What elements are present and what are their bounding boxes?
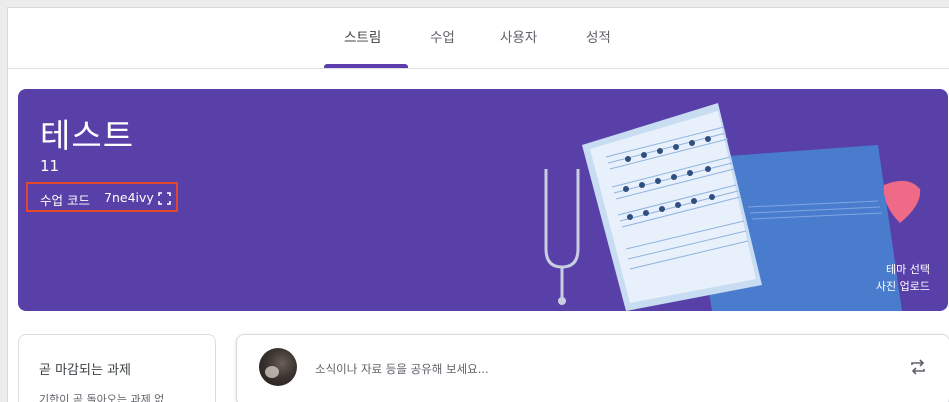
- share-placeholder[interactable]: 소식이나 자료 등을 공유해 보세요...: [315, 361, 489, 377]
- class-code-value: 7ne4ivy: [104, 190, 154, 205]
- repeat-icon[interactable]: [909, 358, 927, 376]
- upload-photo-link[interactable]: 사진 업로드: [876, 278, 930, 295]
- select-theme-link[interactable]: 테마 선택: [876, 261, 930, 278]
- fullscreen-icon[interactable]: [158, 192, 171, 205]
- class-code-label: 수업 코드: [40, 193, 90, 208]
- active-tab-indicator: [324, 64, 408, 68]
- classroom-page: 스트림 수업 사용자 성적 테스트 11 수업 코드 7ne4ivy 테마 선택…: [7, 7, 949, 402]
- tab-classwork[interactable]: 수업: [430, 26, 455, 46]
- class-banner: 테스트 11 수업 코드 7ne4ivy 테마 선택 사진 업로드: [18, 89, 948, 311]
- upcoming-card: 곧 마감되는 과제 기한이 곧 돌아오는 과제 없: [18, 334, 216, 402]
- tab-grades[interactable]: 성적: [586, 26, 611, 46]
- share-box[interactable]: 소식이나 자료 등을 공유해 보세요...: [236, 334, 949, 402]
- guitar-pick: [883, 180, 921, 223]
- tab-bar: 스트림 수업 사용자 성적: [8, 8, 949, 69]
- avatar: [259, 348, 297, 386]
- upcoming-title: 곧 마감되는 과제: [39, 363, 131, 378]
- banner-actions: 테마 선택 사진 업로드: [876, 261, 930, 295]
- tab-people[interactable]: 사용자: [500, 26, 537, 46]
- class-section: 11: [40, 157, 60, 175]
- tab-stream[interactable]: 스트림: [344, 26, 381, 46]
- class-title: 테스트: [40, 116, 135, 155]
- upcoming-body: 기한이 곧 돌아오는 과제 없: [39, 393, 165, 402]
- tuning-fork: [544, 169, 580, 299]
